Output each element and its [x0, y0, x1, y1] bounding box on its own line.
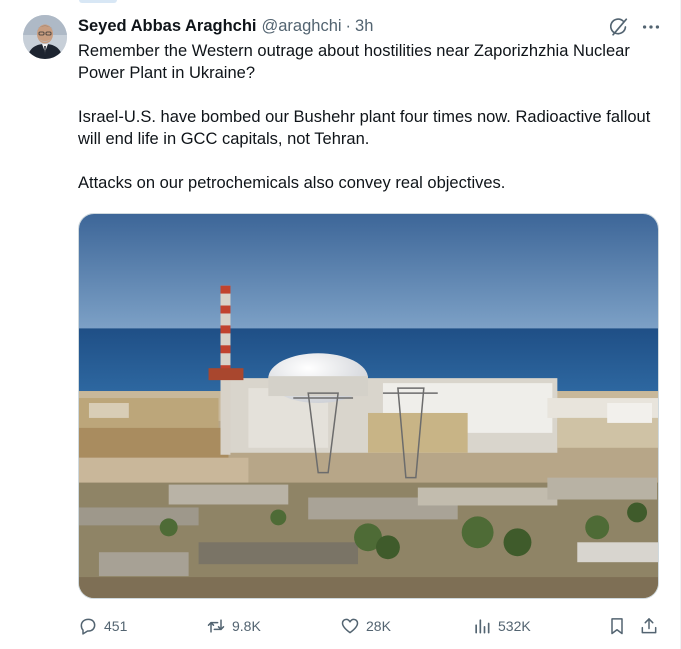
repost-count: 9.8K	[232, 618, 261, 634]
like-button[interactable]: 28K	[340, 612, 391, 640]
timestamp[interactable]: 3h	[355, 17, 373, 36]
reply-count: 451	[104, 618, 128, 634]
avatar-image	[23, 15, 67, 59]
share-button[interactable]	[639, 612, 659, 640]
tweet-photo[interactable]	[78, 213, 659, 599]
bookmark-icon	[611, 618, 623, 635]
heart-icon	[341, 618, 359, 634]
like-count: 28K	[366, 618, 391, 634]
tweet-paragraph: Attacks on our petrochemicals also conve…	[78, 174, 506, 192]
tweet-text: Remember the Western outrage about hosti…	[78, 40, 668, 194]
more-options-icon[interactable]	[640, 16, 662, 38]
share-icon	[641, 618, 657, 634]
avatar[interactable]	[23, 15, 67, 59]
reply-icon	[80, 618, 96, 635]
nuclear-plant-photo	[79, 214, 658, 598]
views-button[interactable]: 532K	[472, 612, 531, 640]
repost-icon	[207, 619, 225, 633]
tweet-paragraph: Remember the Western outrage about hosti…	[78, 42, 630, 82]
grok-icon[interactable]	[608, 16, 630, 38]
tweet[interactable]: Seyed Abbas Araghchi @araghchi · 3h Reme…	[0, 0, 680, 649]
tweet-paragraph: Israel-U.S. have bombed our Bushehr plan…	[78, 108, 651, 148]
views-count: 532K	[498, 618, 531, 634]
author-handle[interactable]: @araghchi	[262, 17, 342, 36]
separator: ·	[345, 16, 352, 35]
tweet-header: Seyed Abbas Araghchi @araghchi · 3h	[78, 15, 373, 37]
author-name[interactable]: Seyed Abbas Araghchi	[78, 17, 257, 36]
tweet-actions: 451 9.8K 28K 532K	[78, 612, 668, 640]
views-icon	[475, 619, 490, 634]
bookmark-button[interactable]	[607, 612, 627, 640]
reply-button[interactable]: 451	[78, 612, 127, 640]
repost-button[interactable]: 9.8K	[206, 612, 261, 640]
